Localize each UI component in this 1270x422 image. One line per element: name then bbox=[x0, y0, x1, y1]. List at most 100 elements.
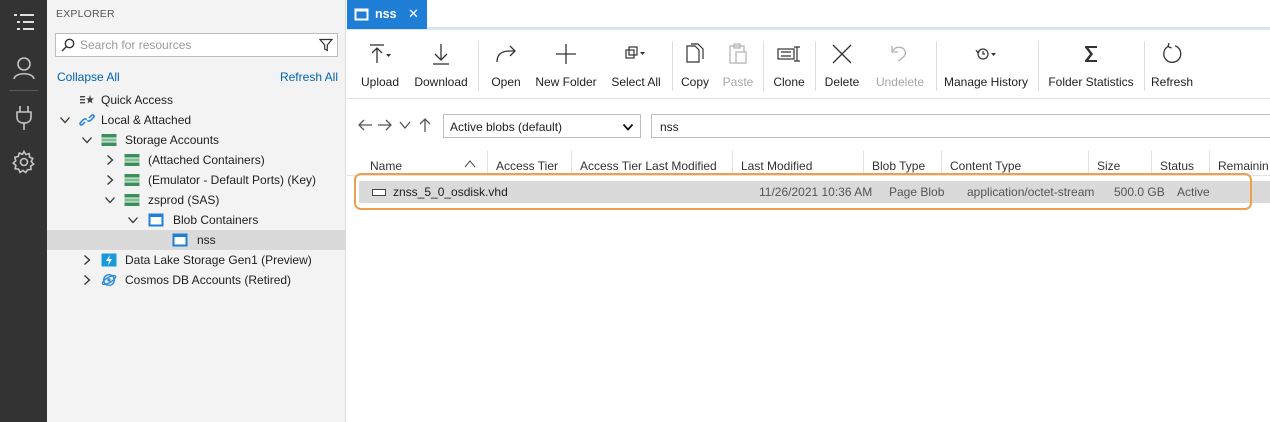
chevron-down-icon[interactable] bbox=[59, 114, 71, 126]
chevron-right-icon[interactable] bbox=[104, 154, 116, 166]
resource-search-box[interactable] bbox=[55, 33, 338, 57]
tree-item-zsprod[interactable]: zsprod (SAS) bbox=[47, 190, 346, 210]
explorer-title: EXPLORER bbox=[56, 8, 115, 20]
activity-separator bbox=[9, 90, 38, 91]
explorer-panel: EXPLORER Collapse All Refresh All Quick … bbox=[47, 0, 346, 422]
settings-gear-icon[interactable] bbox=[0, 140, 47, 184]
table-row[interactable]: znss_5_0_osdisk.vhd 11/26/2021 10:36 AM … bbox=[359, 181, 1270, 203]
tree-item-local-attached[interactable]: Local & Attached bbox=[47, 110, 346, 130]
open-arrow-icon bbox=[496, 45, 516, 63]
column-header-access-tier-last-modified[interactable]: Access Tier Last Modified bbox=[572, 150, 733, 176]
back-arrow-icon[interactable] bbox=[357, 117, 373, 133]
search-input[interactable] bbox=[80, 36, 310, 54]
open-button[interactable]: Open bbox=[487, 37, 525, 95]
storage-explorer-window: EXPLORER Collapse All Refresh All Quick … bbox=[0, 0, 1270, 422]
cell-size: 500.0 GB bbox=[1114, 185, 1165, 199]
chevron-right-icon[interactable] bbox=[81, 274, 93, 286]
download-button[interactable]: Download bbox=[413, 37, 469, 95]
data-lake-icon bbox=[101, 253, 117, 267]
toolbar-separator bbox=[672, 41, 673, 91]
delete-button[interactable]: Delete bbox=[822, 37, 862, 95]
path-input[interactable]: nss bbox=[651, 114, 1270, 138]
tab-nss[interactable]: nss ✕ bbox=[347, 0, 427, 29]
column-label: Content Type bbox=[950, 159, 1022, 173]
sort-ascending-icon bbox=[464, 160, 476, 168]
blob-grid: Name Access Tier Access Tier Last Modifi… bbox=[347, 150, 1270, 422]
tree-label: nss bbox=[197, 233, 216, 247]
account-icon[interactable] bbox=[0, 46, 47, 90]
column-header-status[interactable]: Status bbox=[1152, 150, 1210, 176]
tree-item-quick-access[interactable]: Quick Access bbox=[47, 90, 346, 110]
tree-label: Quick Access bbox=[101, 93, 174, 107]
chevron-down-icon[interactable] bbox=[81, 134, 93, 146]
explorer-list-icon[interactable] bbox=[0, 0, 47, 44]
paste-label: Paste bbox=[722, 75, 754, 89]
column-header-name[interactable]: Name bbox=[362, 150, 488, 176]
clone-label: Clone bbox=[773, 75, 805, 89]
tree-item-emulator[interactable]: (Emulator - Default Ports) (Key) bbox=[47, 170, 346, 190]
tree-item-data-lake[interactable]: Data Lake Storage Gen1 (Preview) bbox=[47, 250, 346, 270]
manage-history-button[interactable]: Manage History bbox=[943, 37, 1029, 95]
column-header-blob-type[interactable]: Blob Type bbox=[864, 150, 942, 176]
path-value: nss bbox=[660, 120, 679, 134]
navigation-bar: Active blobs (default) nss bbox=[347, 110, 1270, 142]
tree-item-attached-containers[interactable]: (Attached Containers) bbox=[47, 150, 346, 170]
tree-label: (Attached Containers) bbox=[148, 153, 265, 167]
select-all-icon bbox=[625, 46, 645, 59]
activity-bar bbox=[0, 0, 47, 422]
upload-button[interactable]: Upload bbox=[358, 37, 402, 95]
column-label: Status bbox=[1160, 159, 1195, 173]
select-all-label: Select All bbox=[611, 75, 661, 89]
collapse-all-link[interactable]: Collapse All bbox=[57, 70, 120, 84]
forward-arrow-icon[interactable] bbox=[377, 117, 393, 133]
column-header-size[interactable]: Size bbox=[1089, 150, 1152, 176]
tree-item-storage-accounts[interactable]: Storage Accounts bbox=[47, 130, 346, 150]
chevron-down-icon[interactable] bbox=[127, 214, 139, 226]
chevron-down-icon[interactable] bbox=[104, 194, 116, 206]
blob-view-select[interactable]: Active blobs (default) bbox=[443, 114, 641, 138]
new-folder-button[interactable]: New Folder bbox=[534, 37, 598, 95]
plus-icon bbox=[556, 44, 576, 64]
tab-label: nss bbox=[375, 7, 397, 21]
vhd-file-icon bbox=[372, 189, 386, 196]
toolbar-separator bbox=[478, 41, 479, 91]
tree-label: Data Lake Storage Gen1 (Preview) bbox=[125, 253, 312, 267]
chevron-right-icon[interactable] bbox=[81, 254, 93, 266]
copy-button[interactable]: Copy bbox=[679, 37, 711, 95]
select-all-button[interactable]: Select All bbox=[609, 37, 663, 95]
column-header-remaining[interactable]: Remainin bbox=[1210, 150, 1270, 176]
tree-label: Local & Attached bbox=[101, 113, 192, 127]
chevron-right-icon[interactable] bbox=[104, 174, 116, 186]
copy-label: Copy bbox=[680, 75, 709, 89]
toolbar-separator bbox=[1038, 41, 1039, 91]
toolbar-separator bbox=[936, 41, 937, 91]
tree-item-nss[interactable]: nss bbox=[47, 230, 346, 250]
undelete-label: Undelete bbox=[875, 75, 925, 89]
undelete-button[interactable]: Undelete bbox=[873, 37, 927, 95]
refresh-button[interactable]: Refresh bbox=[1151, 37, 1193, 95]
clone-button[interactable]: Clone bbox=[771, 37, 807, 95]
copy-icon bbox=[686, 43, 704, 63]
column-header-content-type[interactable]: Content Type bbox=[942, 150, 1089, 176]
filter-icon[interactable] bbox=[319, 38, 333, 52]
column-header-access-tier[interactable]: Access Tier bbox=[488, 150, 572, 176]
chevron-down-icon[interactable] bbox=[397, 117, 413, 133]
blob-container-icon bbox=[354, 8, 369, 21]
link-icon bbox=[79, 114, 95, 126]
plug-icon[interactable] bbox=[0, 96, 47, 140]
refresh-all-link[interactable]: Refresh All bbox=[280, 70, 338, 84]
download-icon bbox=[433, 44, 449, 65]
cosmos-db-icon bbox=[101, 273, 117, 287]
up-arrow-icon[interactable] bbox=[417, 117, 433, 133]
column-header-last-modified[interactable]: Last Modified bbox=[733, 150, 864, 176]
storage-account-icon bbox=[124, 174, 140, 186]
tree-item-cosmos[interactable]: Cosmos DB Accounts (Retired) bbox=[47, 270, 346, 290]
tab-close-icon[interactable]: ✕ bbox=[408, 6, 419, 22]
upload-label: Upload bbox=[360, 75, 400, 89]
upload-icon bbox=[370, 44, 391, 63]
tree-item-blob-containers[interactable]: Blob Containers bbox=[47, 210, 346, 230]
paste-button[interactable]: Paste bbox=[721, 37, 755, 95]
folder-statistics-label: Folder Statistics bbox=[1048, 75, 1134, 89]
delete-label: Delete bbox=[824, 75, 860, 89]
folder-statistics-button[interactable]: Folder Statistics bbox=[1047, 37, 1135, 95]
